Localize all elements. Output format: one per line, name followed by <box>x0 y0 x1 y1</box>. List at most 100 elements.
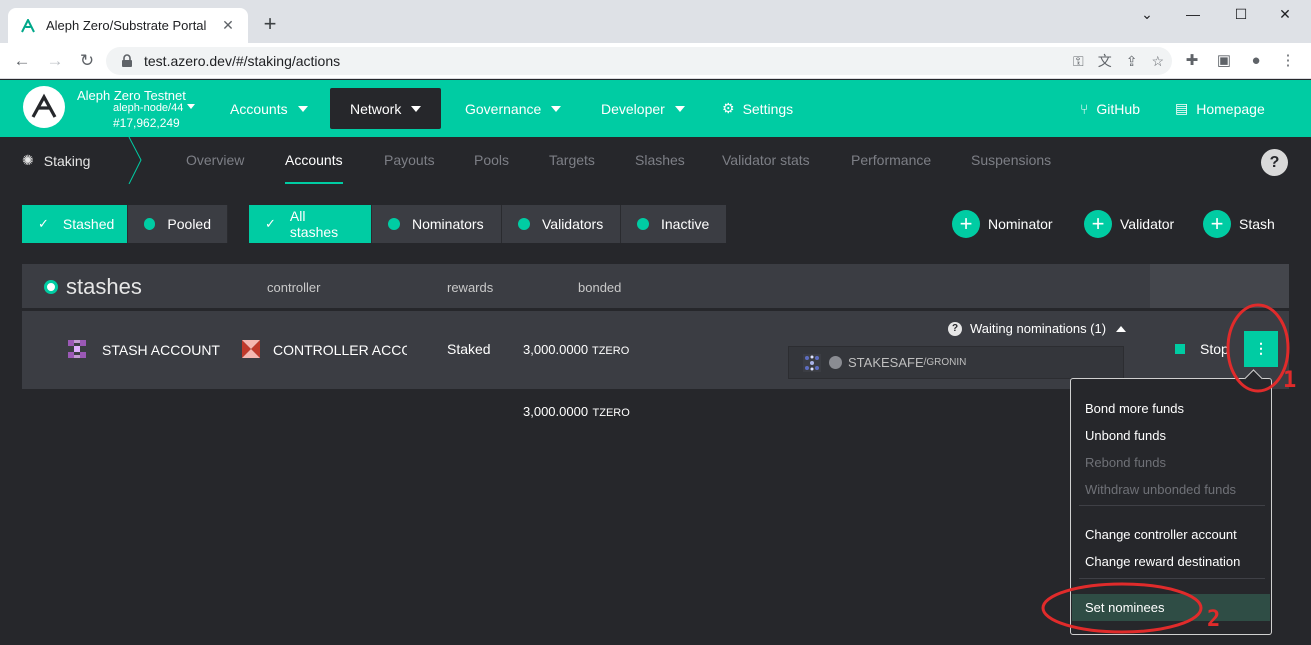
dot-icon <box>518 218 530 230</box>
browser-toolbar: ← → ↻ test.azero.dev/#/staking/actions ⚿… <box>0 43 1311 79</box>
tab-payouts[interactable]: Payouts <box>384 137 435 184</box>
stash-account-name[interactable]: STASH ACCOUNT <box>102 342 220 358</box>
gears-icon: ⚙ <box>722 100 735 116</box>
stash-type-toggle: ✓ Stashed Pooled <box>22 205 228 243</box>
rewards-value: Staked <box>447 341 491 357</box>
new-tab-button[interactable]: + <box>258 12 282 36</box>
menu-developer[interactable]: Developer <box>601 80 685 137</box>
tab-performance[interactable]: Performance <box>851 137 931 184</box>
chevron-down-icon <box>674 105 685 112</box>
column-rewards: rewards <box>447 280 494 295</box>
annotation-circle-1 <box>1226 303 1290 393</box>
column-bonded: bonded <box>578 280 622 295</box>
help-button[interactable]: ? <box>1261 149 1288 176</box>
browser-titlebar: Aleph Zero/Substrate Portal ✕ + ⌄ — ☐ ✕ <box>0 0 1311 43</box>
stash-filter-toggle: ✓ All stashes Nominators Validators Inact… <box>249 205 726 243</box>
question-icon: ? <box>948 321 962 336</box>
nominee-entry[interactable]: STAKESAFE/GRONIN <box>788 346 1124 379</box>
dot-icon <box>144 218 156 230</box>
total-bonded: 3,000.0000 TZERO <box>523 404 630 419</box>
maximize-button[interactable]: ☐ <box>1218 6 1264 26</box>
menu-item-change-reward-destination[interactable]: Change reward destination <box>1085 554 1240 569</box>
dot-icon <box>44 280 58 294</box>
add-stash-button[interactable]: + Stash <box>1203 209 1275 239</box>
tab-overview[interactable]: Overview <box>186 137 244 184</box>
forward-arrow-icon[interactable]: → <box>43 49 67 73</box>
waiting-nominations-toggle[interactable]: ? Waiting nominations (1) <box>948 321 1127 336</box>
section-title: ✺ Staking <box>22 152 91 169</box>
block-number: #17,962,249 <box>113 116 180 130</box>
nominee-name: STAKESAFE <box>848 355 924 370</box>
stop-icon <box>1175 344 1185 354</box>
menu-item-unbond-funds[interactable]: Unbond funds <box>1085 428 1166 443</box>
menu-item-withdraw-unbonded-funds: Withdraw unbonded funds <box>1085 482 1237 497</box>
menu-homepage[interactable]: ▤ Homepage <box>1175 80 1265 137</box>
menu-item-change-controller-account[interactable]: Change controller account <box>1085 527 1237 542</box>
toggle-nominators[interactable]: Nominators <box>372 205 502 243</box>
aleph-zero-favicon-icon <box>20 18 36 34</box>
chain-name[interactable]: Aleph Zero Testnet <box>77 88 186 103</box>
chevron-down-icon[interactable] <box>187 104 195 109</box>
nominee-sub: /GRONIN <box>923 357 967 368</box>
nominee-identicon-icon <box>803 353 821 372</box>
share-icon[interactable]: ⇪ <box>1126 53 1138 70</box>
tab-validator-stats[interactable]: Validator stats <box>722 137 810 184</box>
add-nominator-button[interactable]: + Nominator <box>952 209 1053 239</box>
code-branch-icon: ⑂ <box>1080 100 1089 117</box>
controller-account-name[interactable]: CONTROLLER ACCOU <box>273 342 407 358</box>
table-title: stashes <box>44 274 142 300</box>
tab-slashes[interactable]: Slashes <box>635 137 685 184</box>
menu-settings[interactable]: ⚙ Settings <box>722 80 793 137</box>
aleph-zero-logo-icon[interactable] <box>23 86 65 128</box>
menu-divider <box>1079 578 1265 579</box>
chevron-down-icon <box>411 105 422 112</box>
menu-network[interactable]: Network <box>330 88 442 129</box>
verified-icon <box>829 356 842 369</box>
breadcrumb-separator-icon <box>128 137 142 184</box>
chevron-down-icon[interactable]: ⌄ <box>1124 6 1170 26</box>
browser-tab[interactable]: Aleph Zero/Substrate Portal ✕ <box>8 8 248 43</box>
browser-menu-icon[interactable]: ⋮ <box>1276 49 1300 73</box>
window-close-button[interactable]: ✕ <box>1262 6 1308 26</box>
chain-node[interactable]: aleph-node/44 <box>113 102 183 114</box>
stash-identicon-icon <box>68 340 86 358</box>
menu-governance[interactable]: Governance <box>465 80 562 137</box>
certificate-icon: ✺ <box>22 152 34 168</box>
check-icon: ✓ <box>265 216 276 231</box>
side-panel-icon[interactable]: ▣ <box>1212 49 1236 73</box>
close-icon[interactable]: ✕ <box>220 17 236 34</box>
star-icon[interactable]: ☆ <box>1151 53 1164 70</box>
tab-accounts[interactable]: Accounts <box>285 137 343 184</box>
tab-suspensions[interactable]: Suspensions <box>971 137 1051 184</box>
chevron-down-icon <box>551 105 562 112</box>
menu-item-bond-more-funds[interactable]: Bond more funds <box>1085 401 1184 416</box>
menu-github[interactable]: ⑂ GitHub <box>1080 80 1140 137</box>
annotation-circle-2 <box>1041 582 1203 634</box>
app-header: Aleph Zero Testnet aleph-node/44 #17,962… <box>0 80 1311 137</box>
plus-icon: + <box>952 210 980 238</box>
minimize-button[interactable]: — <box>1170 6 1216 26</box>
toggle-all-stashes[interactable]: ✓ All stashes <box>249 205 372 243</box>
book-icon: ▤ <box>1175 100 1189 116</box>
add-validator-button[interactable]: + Validator <box>1084 209 1174 239</box>
address-bar[interactable]: test.azero.dev/#/staking/actions ⚿ 文 ⇪ ☆ <box>106 47 1172 75</box>
menu-divider <box>1079 505 1265 506</box>
extensions-icon[interactable]: ✚ <box>1180 49 1204 73</box>
toggle-stashed[interactable]: ✓ Stashed <box>22 205 128 243</box>
toggle-inactive[interactable]: Inactive <box>621 205 726 243</box>
toggle-validators[interactable]: Validators <box>502 205 621 243</box>
bonded-amount: 3,000.0000 TZERO <box>523 342 630 357</box>
toggle-pooled[interactable]: Pooled <box>128 205 228 243</box>
key-icon[interactable]: ⚿ <box>1073 53 1084 70</box>
tab-targets[interactable]: Targets <box>549 137 595 184</box>
profile-avatar[interactable]: ● <box>1244 49 1268 73</box>
annotation-number-2: 2 <box>1207 607 1221 632</box>
reload-icon[interactable]: ↻ <box>75 49 99 73</box>
back-arrow-icon[interactable]: ← <box>10 49 34 73</box>
annotation-number-1: 1 <box>1283 368 1297 393</box>
menu-accounts[interactable]: Accounts <box>230 80 308 137</box>
translate-icon[interactable]: 文 <box>1098 51 1112 71</box>
dot-icon <box>388 218 400 230</box>
tab-pools[interactable]: Pools <box>474 137 509 184</box>
check-icon: ✓ <box>38 216 49 231</box>
